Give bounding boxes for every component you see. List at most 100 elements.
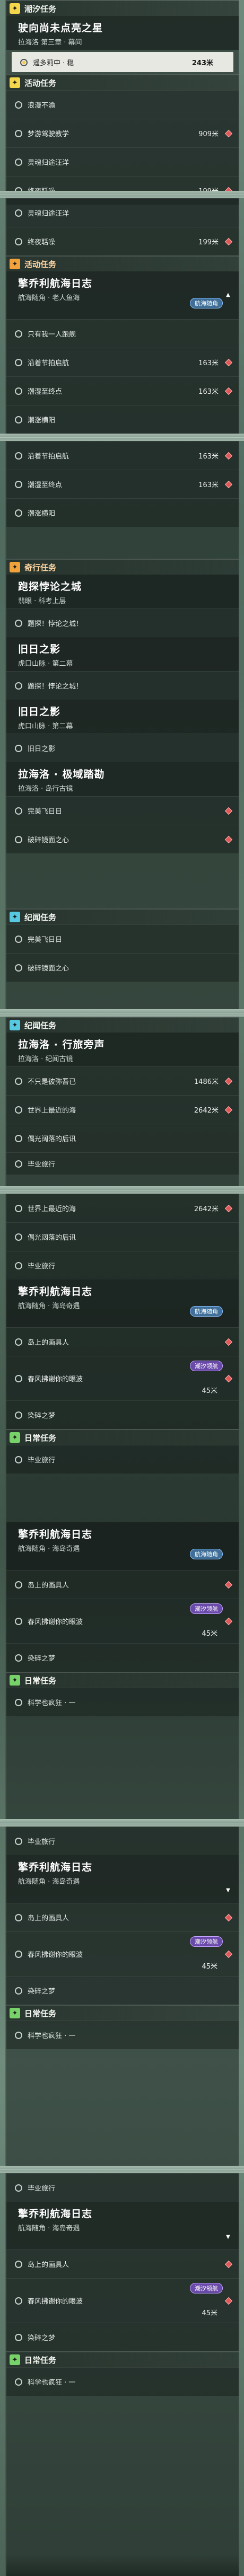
quest-step[interactable]: 春风拂谢你的眼波 潮汐领航 45米 bbox=[6, 1356, 239, 1400]
quest-step[interactable]: 春风拂谢你的眼波 潮汐领航 45米 bbox=[6, 1599, 239, 1643]
step-label: 灵魂归途汪洋 bbox=[28, 210, 69, 218]
quest-step[interactable]: 染碎之梦 bbox=[6, 2323, 239, 2351]
quest-title-card[interactable]: 擎乔利航海日志 航海随角 · 海岛奇遇 ▼ bbox=[6, 1855, 239, 1903]
step-label: 世界上最近的海 bbox=[28, 1107, 76, 1115]
radio-icon bbox=[15, 807, 22, 815]
quest-step[interactable]: 毕业旅行 bbox=[6, 1827, 239, 1855]
radio-icon bbox=[15, 129, 22, 137]
quest-step[interactable]: 不只是彼弥吾已 1486米 bbox=[6, 1066, 239, 1095]
quest-step[interactable]: 题探！悖论之城！ bbox=[6, 608, 239, 637]
radio-icon bbox=[15, 330, 22, 338]
section-header-adventure: ✦ 奇行任务 bbox=[6, 559, 239, 575]
quest-step[interactable]: 只有我一人跑舰 bbox=[6, 319, 239, 348]
chevron-down-icon[interactable]: ▼ bbox=[224, 1886, 232, 1894]
frame-divider bbox=[0, 1009, 244, 1017]
daily-icon: ✦ bbox=[10, 1432, 20, 1443]
quest-step[interactable]: 世界上最近的海 2642米 bbox=[6, 1194, 239, 1222]
quest-step[interactable]: 沿着节拍启航 163米 bbox=[6, 441, 239, 470]
quest-step[interactable]: 潮涨横阳 bbox=[6, 498, 239, 527]
step-label: 岛上的画具人 bbox=[28, 2261, 69, 2269]
section-header-daily: ✦ 日常任务 bbox=[6, 1429, 239, 1445]
section-header-event: ✦ 活动任务 bbox=[6, 74, 239, 90]
quest-step[interactable]: 染碎之梦 bbox=[6, 1400, 239, 1429]
event-icon: ✦ bbox=[10, 259, 20, 269]
quest-title-card[interactable]: 跑探悖论之城 翡眼 · 科考上层 bbox=[6, 575, 239, 608]
step-label: 只有我一人跑舰 bbox=[28, 331, 76, 339]
quest-step[interactable]: 破碎镜面之心 bbox=[6, 953, 239, 982]
step-distance: 163米 bbox=[198, 388, 219, 396]
quest-title: 擎乔利航海日志 bbox=[18, 2208, 93, 2220]
quest-step[interactable]: 岛上的画具人 bbox=[6, 1570, 239, 1599]
chevron-down-icon[interactable]: ▼ bbox=[224, 2233, 232, 2241]
quest-step[interactable]: 灵魂归途汪洋 bbox=[6, 198, 239, 227]
quest-step[interactable]: 岛上的画具人 bbox=[6, 2249, 239, 2278]
quest-step[interactable]: 潮涨横阳 bbox=[6, 405, 239, 434]
quest-step[interactable]: 春风拂谢你的眼波 潮汐领航 45米 bbox=[6, 2278, 239, 2323]
bottom-fade bbox=[6, 2555, 239, 2576]
quest-step[interactable]: 旧日之影 bbox=[6, 734, 239, 762]
radio-icon bbox=[15, 2378, 22, 2386]
quest-title-card[interactable]: 拉海洛 · 行旅旁声 拉海洛 · 纪闻古镜 bbox=[6, 1033, 239, 1066]
quest-step[interactable]: 春风拂谢你的眼波 潮汐领航 45米 bbox=[6, 1931, 239, 1976]
radio-icon bbox=[15, 1837, 22, 1845]
quest-title: 旧日之影 bbox=[18, 706, 61, 718]
quest-log-strip: ✦ 潮汐任务 驶向尚未点亮之星 拉海洛 第三章 · 幕间 遥多莉中 · 稳 24… bbox=[0, 0, 244, 2576]
chevron-up-icon[interactable]: ▲ bbox=[224, 290, 232, 299]
quest-step[interactable]: 潮湿至终点 163米 bbox=[6, 470, 239, 498]
daily-icon: ✦ bbox=[10, 2354, 20, 2365]
quest-step[interactable]: 完美飞日日 bbox=[6, 924, 239, 953]
section-header-label: 潮汐任务 bbox=[24, 4, 57, 14]
quest-step[interactable]: 毕业旅行 bbox=[6, 1445, 239, 1474]
step-label: 偶光阔落的后讯 bbox=[28, 1234, 76, 1242]
step-distance: 2642米 bbox=[194, 1205, 219, 1213]
quest-title-card[interactable]: 驶向尚未点亮之星 拉海洛 第三章 · 幕间 bbox=[6, 16, 239, 50]
quest-title: 擎乔利航海日志 bbox=[18, 1529, 93, 1540]
quest-step[interactable]: 破碎镜面之心 bbox=[6, 825, 239, 853]
quest-title-card[interactable]: 旧日之影 虎口山脉 · 第二幕 bbox=[6, 637, 239, 671]
step-label: 春风拂谢你的眼波 bbox=[28, 1618, 83, 1626]
quest-step[interactable]: 染碎之梦 bbox=[6, 1643, 239, 1672]
quest-panel: 毕业旅行 擎乔利航海日志 航海随角 · 海岛奇遇 ▼ 岛上的画具人 春风拂谢你的… bbox=[5, 1827, 239, 2166]
quest-panel: 世界上最近的海 2642米 偶光阔落的后讯 毕业旅行 擎乔利航海日志 航海随角 … bbox=[5, 1194, 239, 1522]
quest-title-card[interactable]: 擎乔利航海日志 航海随角 · 海岛奇遇 航海随角 bbox=[6, 1522, 239, 1570]
quest-step[interactable]: 题探！悖论之城！ bbox=[6, 671, 239, 700]
sea-tag-badge: 航海随角 bbox=[190, 1306, 223, 1317]
radio-icon bbox=[15, 964, 22, 972]
quest-step[interactable]: 终夜聒噪 199米 bbox=[6, 227, 239, 255]
section-header-daily: ✦ 日常任务 bbox=[6, 2351, 239, 2367]
quest-title-card[interactable]: 拉海洛 · 极域踏勘 拉海洛 · 岛行古镜 bbox=[6, 762, 239, 796]
quest-step[interactable]: 潮湿至终点 163米 bbox=[6, 376, 239, 405]
quest-title-card[interactable]: 擎乔利航海日志 航海随角 · 老人鱼海 航海随角 ▲ bbox=[6, 271, 239, 319]
radio-icon bbox=[15, 416, 22, 424]
quest-subtitle: 虎口山脉 · 第二幕 bbox=[18, 660, 73, 668]
quest-step[interactable]: 毕业旅行 bbox=[6, 1152, 239, 1175]
quest-step[interactable]: 沿着节拍启航 163米 bbox=[6, 348, 239, 376]
quest-title: 拉海洛 · 行旅旁声 bbox=[18, 1039, 105, 1051]
quest-step[interactable]: 科学也疯狂 · 一 bbox=[6, 2367, 239, 2396]
quest-title-card[interactable]: 旧日之影 虎口山脉 · 第二幕 bbox=[6, 700, 239, 734]
quest-step[interactable]: 科学也疯狂 · 一 bbox=[6, 1688, 239, 1716]
quest-step[interactable]: 完美飞日日 bbox=[6, 796, 239, 825]
quest-step[interactable]: 偶光阔落的后讯 bbox=[6, 1124, 239, 1152]
quest-step[interactable]: 世界上最近的海 2642米 bbox=[6, 1095, 239, 1124]
radio-icon bbox=[20, 58, 28, 66]
quest-step[interactable]: 岛上的画具人 bbox=[6, 1327, 239, 1356]
quest-step-selected[interactable]: 遥多莉中 · 稳 243米 bbox=[12, 52, 233, 72]
quest-step[interactable]: 偶光阔落的后讯 bbox=[6, 1222, 239, 1251]
quest-step[interactable]: 灵魂归途汪洋 bbox=[6, 147, 239, 176]
quest-panel: ✦ 纪闻任务 拉海洛 · 行旅旁声 拉海洛 · 纪闻古镜 不只是彼弥吾已 148… bbox=[5, 1017, 239, 1186]
quest-title-card[interactable]: 擎乔利航海日志 航海随角 · 海岛奇遇 ▼ bbox=[6, 2202, 239, 2249]
quest-step[interactable]: 毕业旅行 bbox=[6, 1251, 239, 1280]
quest-step[interactable]: 科学也疯狂 · 一 bbox=[6, 2021, 239, 2049]
tide-guide-badge: 潮汐领航 bbox=[190, 1936, 223, 1947]
step-label: 岛上的画具人 bbox=[28, 1339, 69, 1347]
quest-panel: ✦ 潮汐任务 驶向尚未点亮之星 拉海洛 第三章 · 幕间 遥多莉中 · 稳 24… bbox=[5, 0, 239, 205]
marker-diamond-icon bbox=[224, 129, 233, 137]
quest-step[interactable]: 浪漫不渝 bbox=[6, 90, 239, 119]
quest-title-card[interactable]: 擎乔利航海日志 航海随角 · 海岛奇遇 航海随角 bbox=[6, 1280, 239, 1327]
quest-step[interactable]: 染碎之梦 bbox=[6, 1976, 239, 2005]
quest-panel: 灵魂归途汪洋 终夜聒噪 199米 ✦ 活动任务 擎乔利航海日志 航海随角 · 老… bbox=[0, 198, 244, 559]
quest-step[interactable]: 梦游驾驶教学 909米 bbox=[6, 119, 239, 147]
quest-step[interactable]: 毕业旅行 bbox=[6, 2173, 239, 2202]
quest-step[interactable]: 岛上的画具人 bbox=[6, 1903, 239, 1931]
